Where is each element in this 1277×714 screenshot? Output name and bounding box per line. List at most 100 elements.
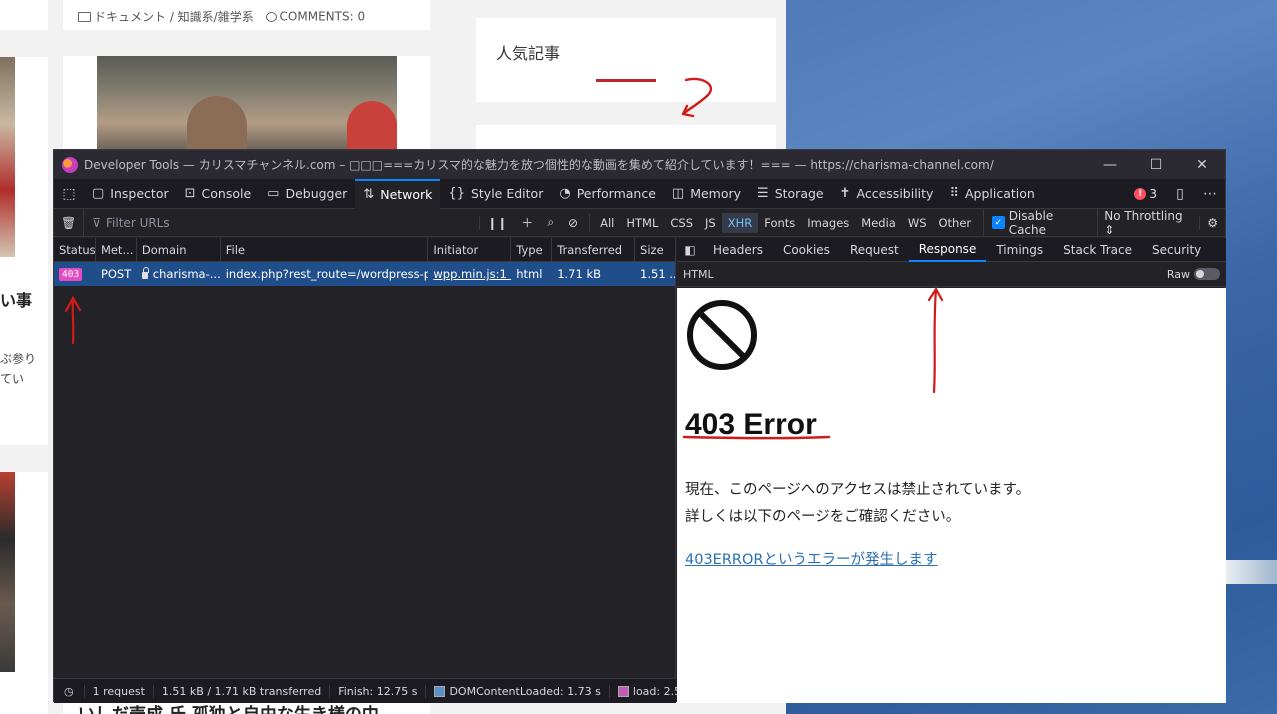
filter-urls-input[interactable]: ⊽ Filter URLs: [83, 208, 479, 237]
article-thumbnail[interactable]: [97, 56, 397, 151]
left-article-thumbnail[interactable]: [0, 57, 15, 257]
transfer-size: 1.51 kB / 1.71 kB transferred: [154, 684, 331, 698]
folder-icon: [78, 11, 91, 22]
error-info-link[interactable]: 403ERRORというエラーが発生します: [685, 548, 937, 569]
tab-inspector[interactable]: ▢ Inspector: [84, 179, 177, 209]
performance-analysis-icon[interactable]: ◷: [54, 684, 85, 698]
element-picker-icon[interactable]: ⬚: [54, 179, 84, 209]
tab-response[interactable]: Response: [908, 238, 987, 262]
tab-memory[interactable]: ◫ Memory: [664, 179, 749, 209]
tab-accessibility[interactable]: ✝ Accessibility: [832, 179, 942, 209]
tab-performance[interactable]: ◔ Performance: [551, 179, 664, 209]
memory-icon: ◫: [671, 186, 685, 201]
filter-images[interactable]: Images: [801, 216, 855, 230]
close-button[interactable]: ✕: [1179, 157, 1225, 173]
tab-label: Performance: [576, 186, 656, 201]
tab-label: Inspector: [110, 186, 169, 201]
column-initiator[interactable]: Initiator: [428, 238, 512, 261]
filter-js[interactable]: JS: [699, 216, 722, 230]
tab-headers[interactable]: Headers: [703, 238, 773, 262]
toggle-switch[interactable]: [1194, 268, 1220, 280]
load-swatch: [617, 685, 629, 697]
meta-category[interactable]: ドキュメント / 知識系/雑学系: [94, 10, 254, 24]
request-list: Status Met... Domain File Initiator Type…: [54, 238, 676, 678]
details-tabs: ◧ Headers Cookies Request Response Timin…: [677, 238, 1226, 262]
filter-icon: ⊽: [92, 215, 102, 230]
response-html-preview: 403 Error 現在、このページへのアクセスは禁止されています。 詳しくは以…: [677, 288, 1226, 703]
filter-all[interactable]: All: [594, 216, 620, 230]
meta-comments[interactable]: COMMENTS: 0: [280, 10, 366, 24]
filter-ws[interactable]: WS: [902, 216, 933, 230]
raw-label: Raw: [1166, 267, 1190, 281]
title-underline: [596, 79, 656, 82]
tab-label: Memory: [690, 186, 742, 201]
column-domain[interactable]: Domain: [137, 238, 221, 261]
filter-xhr[interactable]: XHR: [721, 212, 759, 233]
tab-label: Console: [201, 186, 252, 201]
column-type[interactable]: Type: [511, 238, 553, 261]
inspector-icon: ▢: [92, 186, 105, 201]
error-count-badge[interactable]: ! 3: [1126, 187, 1165, 201]
disable-cache-checkbox[interactable]: ✓ Disable Cache: [983, 208, 1091, 237]
filter-css[interactable]: CSS: [664, 216, 699, 230]
settings-gear-icon[interactable]: ⚙: [1199, 215, 1225, 230]
column-status[interactable]: Status: [54, 238, 96, 261]
minimize-button[interactable]: —: [1087, 157, 1133, 173]
trash-icon[interactable]: 🗑: [54, 216, 83, 230]
tab-timings[interactable]: Timings: [986, 238, 1053, 262]
tab-style-editor[interactable]: {} Style Editor: [440, 179, 551, 209]
filter-html[interactable]: HTML: [620, 216, 664, 230]
request-domain: charisma-...: [137, 262, 221, 286]
disable-cache-label: Disable Cache: [1008, 208, 1054, 237]
filter-other[interactable]: Other: [933, 216, 978, 230]
domain-text: charisma-...: [152, 267, 221, 281]
throttling-select[interactable]: No Throttling ⇕: [1097, 208, 1199, 237]
request-row[interactable]: 403 POST charisma-... index.php?rest_rou…: [54, 262, 675, 286]
tab-request[interactable]: Request: [840, 238, 909, 262]
response-format-bar: HTML Raw: [677, 262, 1226, 287]
left-article-heading[interactable]: い事: [0, 287, 32, 311]
add-request-icon[interactable]: ＋: [514, 214, 540, 231]
filter-media[interactable]: Media: [855, 216, 902, 230]
filter-fonts[interactable]: Fonts: [758, 216, 801, 230]
left-article-card: い事 ぶ参り てい: [0, 57, 48, 445]
column-size[interactable]: Size: [635, 238, 675, 261]
request-file: index.php?rest_route=/wordpress-popula: [225, 267, 429, 281]
tab-application[interactable]: ⠿ Application: [941, 179, 1042, 209]
pause-icon[interactable]: ❙❙: [479, 215, 514, 230]
maximize-button[interactable]: ☐: [1133, 157, 1179, 173]
tab-cookies[interactable]: Cookies: [773, 238, 840, 262]
column-method[interactable]: Met...: [96, 238, 137, 261]
raw-toggle[interactable]: Raw: [1167, 268, 1220, 281]
console-icon: ⊡: [184, 186, 196, 201]
tab-security[interactable]: Security: [1142, 238, 1211, 262]
request-list-header: Status Met... Domain File Initiator Type…: [54, 238, 675, 262]
column-file[interactable]: File: [221, 238, 429, 261]
tab-debugger[interactable]: ▭ Debugger: [259, 179, 355, 209]
error-icon: !: [1134, 187, 1147, 200]
network-statusbar: ◷ 1 request 1.51 kB / 1.71 kB transferre…: [54, 678, 697, 703]
tab-console[interactable]: ⊡ Console: [177, 179, 260, 209]
column-transferred[interactable]: Transferred: [552, 238, 636, 261]
left-card-top: [0, 0, 48, 30]
tab-storage[interactable]: ☰ Storage: [749, 179, 832, 209]
popular-posts-widget: 人気記事: [476, 18, 776, 102]
search-icon[interactable]: ⌕: [540, 215, 561, 230]
request-size: 1.51 ...: [640, 267, 675, 281]
left-article-thumbnail-2[interactable]: [0, 472, 15, 672]
prohibited-icon: [687, 300, 757, 370]
error-count: 3: [1149, 186, 1157, 201]
tab-label: Style Editor: [470, 186, 544, 201]
dom-loaded-text: DOMContentLoaded: 1.73 s: [449, 684, 601, 698]
request-initiator[interactable]: wpp.min.js:1 ...: [428, 262, 511, 286]
tab-network[interactable]: ⇅ Network: [355, 178, 441, 209]
network-icon: ⇅: [363, 187, 375, 202]
error-message: 現在、このページへのアクセスは禁止されています。: [685, 482, 1031, 498]
block-icon[interactable]: ⊘: [561, 216, 585, 230]
more-options-icon[interactable]: ⋯: [1195, 179, 1225, 209]
initiator-link[interactable]: wpp.min.js:1 ...: [433, 267, 511, 281]
window-titlebar[interactable]: Developer Tools — カリスマチャンネル.com – □□□===…: [54, 150, 1225, 179]
tab-stack-trace[interactable]: Stack Trace: [1053, 238, 1142, 262]
toggle-panel-icon[interactable]: ◧: [677, 243, 703, 257]
responsive-design-icon[interactable]: ▯: [1165, 179, 1195, 209]
